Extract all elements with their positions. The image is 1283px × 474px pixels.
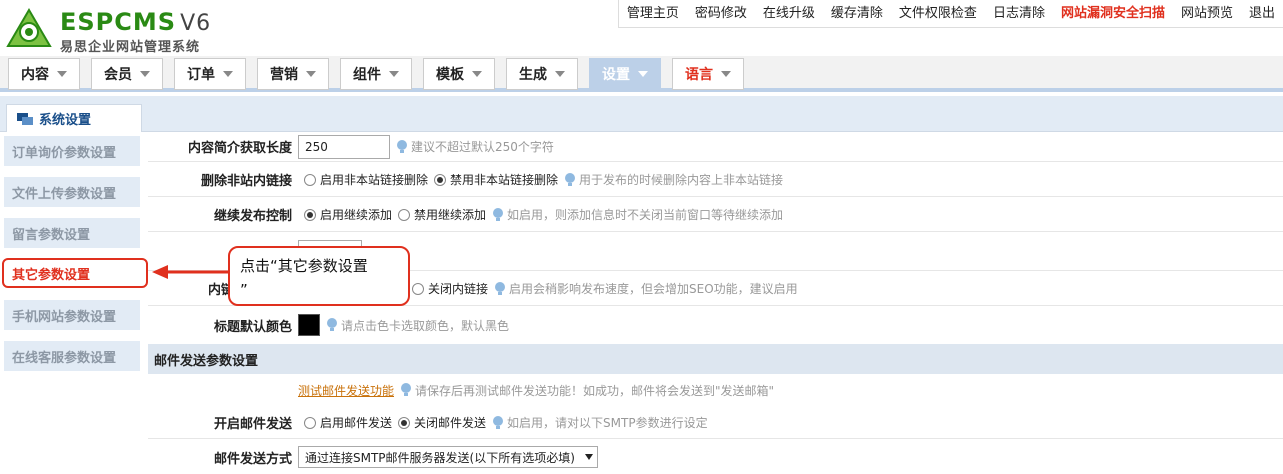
toplink-log[interactable]: 日志清除 xyxy=(985,0,1053,27)
chevron-down-icon xyxy=(306,71,316,77)
logo-icon xyxy=(6,8,52,47)
annotation-callout: 点击“其它参数设置 ” xyxy=(228,246,410,306)
lightbulb-icon xyxy=(401,383,412,396)
toplink-preview[interactable]: 网站预览 xyxy=(1173,0,1241,27)
nav-tab-marketing[interactable]: 营销 xyxy=(257,58,329,90)
dropdown-arrow-icon xyxy=(584,454,593,460)
remove-links-on-radio[interactable] xyxy=(304,173,316,186)
intro-length-input[interactable]: 250 xyxy=(298,134,390,159)
toplink-cache[interactable]: 缓存清除 xyxy=(823,0,891,27)
toplink-home[interactable]: 管理主页 xyxy=(619,0,687,27)
monitor-icon xyxy=(17,112,33,125)
lightbulb-icon xyxy=(565,172,576,186)
row-continue-publish: 继续发布控制 启用继续添加 禁用继续添加 如启用，则添加信息时不关闭当前窗口等待… xyxy=(148,198,1283,232)
sidebar-item-message[interactable]: 留言参数设置 xyxy=(4,218,140,248)
section-mail: 邮件发送参数设置 xyxy=(148,344,1283,374)
test-mail-link[interactable]: 测试邮件发送功能 xyxy=(298,382,394,399)
mail-method-select[interactable]: 通过连接SMTP邮件服务器发送(以下所有选项必填) xyxy=(298,446,598,468)
brand-subtitle: 易思企业网站管理系统 xyxy=(60,40,201,55)
nav-tab-settings[interactable]: 设置 xyxy=(589,58,661,90)
lightbulb-icon xyxy=(495,281,506,295)
chevron-down-icon xyxy=(57,71,67,77)
field-label: 邮件发送方式 xyxy=(213,451,292,467)
lightbulb-icon xyxy=(493,207,504,221)
nav-tab-template[interactable]: 模板 xyxy=(423,58,495,90)
lightbulb-icon xyxy=(327,318,337,331)
continue-publish-off-radio[interactable] xyxy=(398,208,411,221)
mail-enable-on-radio[interactable] xyxy=(304,416,316,429)
toplink-logout[interactable]: 退出 xyxy=(1241,0,1283,27)
annotation-arrow-icon xyxy=(152,265,238,279)
tab-system-settings[interactable]: 系统设置 xyxy=(6,104,142,132)
brand-version: V6 xyxy=(180,11,212,36)
nav-tab-generate[interactable]: 生成 xyxy=(506,58,578,90)
field-label: 继续发布控制 xyxy=(213,209,292,224)
sidebar: 订单询价参数设置 文件上传参数设置 留言参数设置 其它参数设置 手机网站参数设置… xyxy=(0,132,148,474)
nav-tab-content[interactable]: 内容 xyxy=(8,58,80,90)
lightbulb-icon xyxy=(493,415,504,429)
logo[interactable]: ESPCMS V6 易思企业网站管理系统 xyxy=(4,4,224,55)
nav-tab-component[interactable]: 组件 xyxy=(340,58,412,90)
main-nav: 内容 会员 订单 营销 组件 模板 生成 设置 语言 xyxy=(0,56,1283,92)
title-color-swatch[interactable] xyxy=(298,314,320,336)
row-mail-method: 邮件发送方式 通过连接SMTP邮件服务器发送(以下所有选项必填) xyxy=(148,440,1283,474)
row-mail-enable: 开启邮件发送 启用邮件发送 关闭邮件发送 如启用，请对以下SMTP参数进行设定 xyxy=(148,407,1283,439)
chevron-down-icon xyxy=(638,71,648,77)
annotation-line2: ” xyxy=(240,281,248,299)
lightbulb-icon xyxy=(397,139,407,153)
header: ESPCMS V6 易思企业网站管理系统 管理主页 密码修改 在线升级 缓存清除 … xyxy=(0,0,1283,56)
row-remove-links: 删除非站内链接 启用非本站链接删除 禁用非本站链接删除 用于发布的时候删除内容上… xyxy=(148,163,1283,197)
continue-publish-on-radio[interactable] xyxy=(304,208,316,221)
sidebar-item-upload[interactable]: 文件上传参数设置 xyxy=(4,177,140,207)
field-label: 删除非站内链接 xyxy=(200,174,292,189)
chevron-down-icon xyxy=(472,71,482,77)
nav-tab-language[interactable]: 语言 xyxy=(672,58,744,90)
row-mail-test: 测试邮件发送功能 请保存后再测试邮件发送功能！如成功，邮件将会发送到"发送邮箱" xyxy=(298,382,775,399)
field-label: 标题默认颜色 xyxy=(213,319,292,335)
nav-tab-order[interactable]: 订单 xyxy=(174,58,246,90)
toplink-password[interactable]: 密码修改 xyxy=(687,0,755,27)
toplink-security-scan[interactable]: 网站漏洞安全扫描 xyxy=(1053,0,1173,27)
chevron-down-icon xyxy=(721,71,731,77)
field-label: 内容简介获取长度 xyxy=(187,141,292,156)
row-title-color: 标题默认颜色 请点击色卡选取颜色，默认黑色 xyxy=(148,307,1283,343)
inner-links-off-radio[interactable] xyxy=(412,282,424,295)
chevron-down-icon xyxy=(389,71,399,77)
mail-enable-off-radio[interactable] xyxy=(398,416,411,429)
sidebar-item-order-inquiry[interactable]: 订单询价参数设置 xyxy=(4,136,140,166)
remove-links-off-radio[interactable] xyxy=(434,173,447,186)
chevron-down-icon xyxy=(140,71,150,77)
top-links: 管理主页 密码修改 在线升级 缓存清除 文件权限检查 日志清除 网站漏洞安全扫描… xyxy=(617,0,1283,28)
chevron-down-icon xyxy=(223,71,233,77)
sidebar-item-other[interactable]: 其它参数设置 xyxy=(2,258,148,288)
chevron-down-icon xyxy=(555,71,565,77)
toplink-permission[interactable]: 文件权限检查 xyxy=(891,0,985,27)
brand-name: ESPCMS xyxy=(60,8,177,36)
field-label: 开启邮件发送 xyxy=(213,417,292,432)
sidebar-item-service[interactable]: 在线客服参数设置 xyxy=(4,341,140,371)
annotation-line1: 点击“其它参数设置 xyxy=(240,257,368,275)
sidebar-item-mobile[interactable]: 手机网站参数设置 xyxy=(4,300,140,330)
sub-tab-strip: 系统设置 xyxy=(0,96,1283,132)
nav-tab-member[interactable]: 会员 xyxy=(91,58,163,90)
tab-label: 系统设置 xyxy=(39,113,92,128)
toplink-upgrade[interactable]: 在线升级 xyxy=(755,0,823,27)
row-intro-length: 内容简介获取长度 250 建议不超过默认250个字符 xyxy=(148,132,1283,162)
